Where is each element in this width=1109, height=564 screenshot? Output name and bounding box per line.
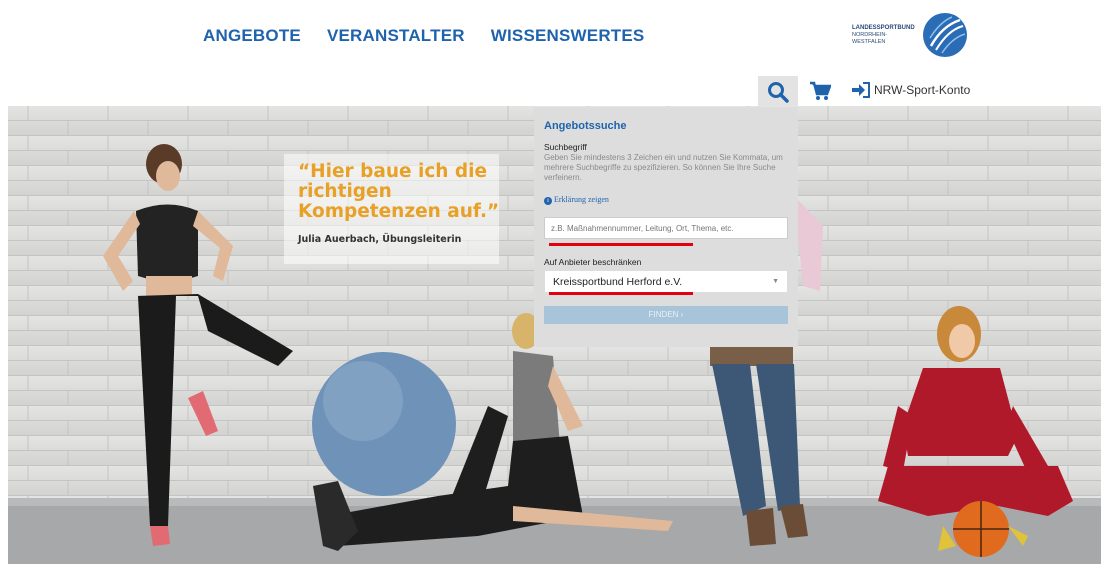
provider-label: Auf Anbieter beschränken bbox=[544, 257, 642, 267]
logo-line1: LANDESSPORTBUND bbox=[852, 24, 915, 31]
hero-quote-author: Julia Auerbach, Übungsleiterin bbox=[298, 234, 462, 245]
explain-link[interactable]: i Erklärung zeigen bbox=[544, 195, 609, 205]
search-toggle-button[interactable] bbox=[758, 76, 798, 108]
provider-selected-value: Kreissportbund Herford e.V. bbox=[553, 276, 683, 288]
nav-veranstalter[interactable]: VERANSTALTER bbox=[327, 26, 465, 46]
account-link[interactable]: NRW-Sport-Konto bbox=[851, 82, 970, 98]
utility-bar: NRW-Sport-Konto bbox=[0, 76, 1109, 108]
search-icon bbox=[768, 82, 789, 103]
search-term-label: Suchbegriff bbox=[544, 142, 587, 152]
nav-angebote[interactable]: ANGEBOTE bbox=[203, 26, 301, 46]
search-help-text: Geben Sie mindestens 3 Zeichen ein und n… bbox=[544, 153, 783, 182]
logo-text: LANDESSPORTBUND NORDRHEIN-WESTFALEN bbox=[852, 25, 916, 46]
logo-line2: NORDRHEIN-WESTFALEN bbox=[852, 31, 888, 45]
nav-wissenswertes[interactable]: WISSENSWERTES bbox=[491, 26, 645, 46]
info-icon: i bbox=[544, 197, 552, 205]
main-nav: ANGEBOTE VERANSTALTER WISSENSWERTES bbox=[203, 26, 644, 46]
account-label: NRW-Sport-Konto bbox=[874, 83, 971, 97]
search-input[interactable] bbox=[544, 217, 788, 239]
find-button[interactable]: FINDEN › bbox=[544, 306, 788, 324]
cart-icon bbox=[810, 81, 832, 100]
search-panel-title: Angebotssuche bbox=[544, 120, 627, 132]
landessportbund-logo[interactable]: LANDESSPORTBUND NORDRHEIN-WESTFALEN bbox=[852, 12, 968, 58]
provider-select[interactable]: Kreissportbund Herford e.V. ▼ bbox=[544, 270, 788, 293]
red-underline-input bbox=[549, 243, 693, 246]
red-underline-provider bbox=[549, 292, 693, 295]
login-arrow-icon bbox=[852, 82, 870, 98]
logo-emblem-icon bbox=[923, 13, 967, 57]
hero-quote: “Hier baue ich die richtigen Kompetenzen… bbox=[298, 161, 500, 222]
search-panel: Angebotssuche Suchbegriff Geben Sie mind… bbox=[534, 107, 798, 347]
cart-button[interactable] bbox=[809, 81, 832, 106]
dropdown-arrow-icon: ▼ bbox=[772, 278, 779, 285]
explain-link-label: Erklärung zeigen bbox=[554, 195, 609, 204]
